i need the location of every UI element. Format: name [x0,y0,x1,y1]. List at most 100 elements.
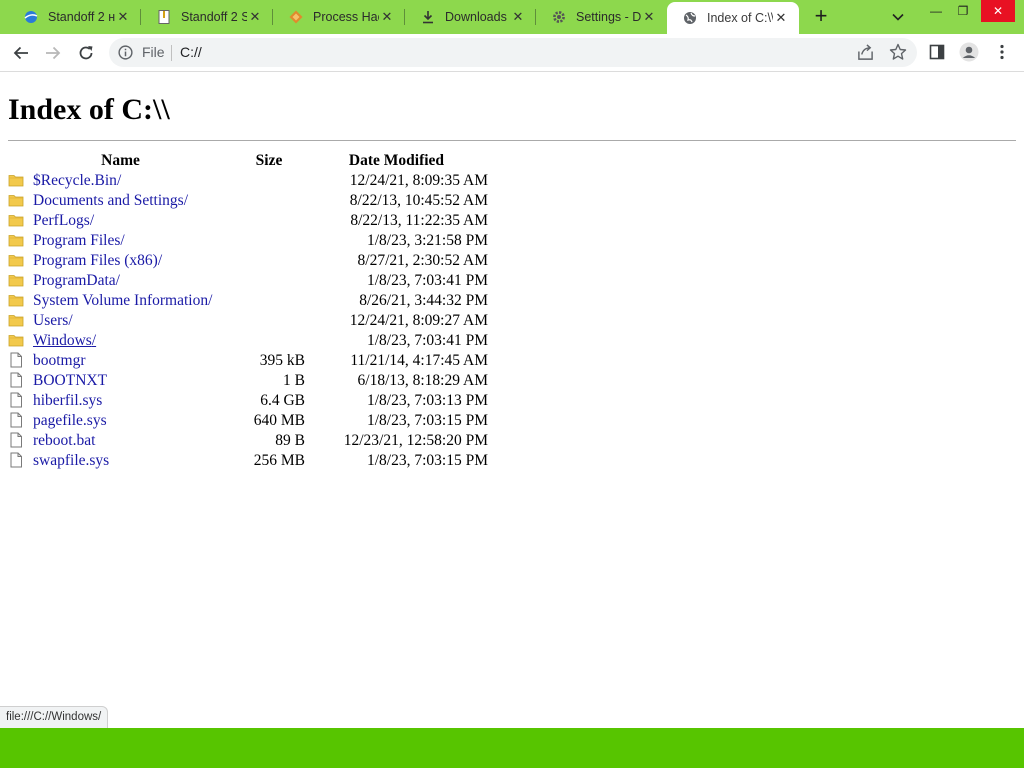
name-cell: ProgramData/ [8,271,233,291]
table-row: hiberfil.sys 6.4 GB 1/8/23, 7:03:13 PM [8,391,488,411]
name-cell: Users/ [8,311,233,331]
folder-link[interactable]: Program Files/ [33,232,125,249]
download-icon [421,10,435,24]
tab-close-icon[interactable]: ✕ [510,9,526,25]
entry-suffix: / [68,312,73,329]
folder-icon [8,252,24,268]
archive-file-icon [157,10,171,24]
name-cell: PerfLogs/ [8,211,233,231]
table-row: Program Files (x86)/ 8/27/21, 2:30:52 AM [8,251,488,271]
tab-settings[interactable]: Settings - Do ✕ [536,0,667,34]
name-cell: Documents and Settings/ [8,191,233,211]
tab-downloads[interactable]: Downloads ✕ [405,0,536,34]
table-row: Users/12/24/21, 8:09:27 AM [8,311,488,331]
column-header-name[interactable]: Name [8,151,233,171]
size-cell: 640 MB [253,412,305,429]
file-link[interactable]: swapfile.sys [33,452,109,469]
entry-suffix: / [208,292,213,309]
entry-name: $Recycle.Bin [33,172,117,189]
size-cell [233,231,305,251]
new-tab-button[interactable]: + [808,5,834,29]
file-table-body: $Recycle.Bin/12/24/21, 8:09:35 AM Documen… [8,171,488,471]
folder-link[interactable]: Users/ [33,312,73,329]
entry-name: Program Files [33,232,121,249]
name-cell: BOOTNXT [8,371,233,391]
table-row: bootmgr 395 kB 11/21/14, 4:17:45 AM [8,351,488,371]
folder-link[interactable]: $Recycle.Bin/ [33,172,121,189]
tab-label: Process Hac [313,10,379,24]
name-cell: pagefile.sys [8,411,233,431]
entry-suffix: / [115,272,120,289]
size-cell: 256 MB [253,452,305,469]
file-link[interactable]: hiberfil.sys [33,392,102,409]
column-header-size[interactable]: Size [233,151,305,171]
tab-process-hacker[interactable]: Process Hac ✕ [273,0,405,34]
tab-standoff-2-ru[interactable]: Standoff 2 н ✕ [8,0,141,34]
scheme-label[interactable]: File [142,44,165,60]
avatar-icon [959,42,979,62]
size-cell: 395 kB [259,352,305,369]
file-icon [8,432,24,448]
tab-close-icon[interactable]: ✕ [115,9,131,25]
tab-search-chevron-icon[interactable] [888,8,908,26]
folder-link[interactable]: PerfLogs/ [33,212,94,229]
file-icon [8,352,24,368]
entry-name: pagefile.sys [33,412,107,429]
tab-close-icon[interactable]: ✕ [641,9,657,25]
table-row: PerfLogs/8/22/13, 11:22:35 AM [8,211,488,231]
tab-close-icon[interactable]: ✕ [773,10,789,26]
folder-link[interactable]: ProgramData/ [33,272,120,289]
reload-button[interactable] [74,41,98,65]
file-link[interactable]: reboot.bat [33,432,95,449]
size-cell [233,311,305,331]
folder-icon [8,332,24,348]
folder-icon [8,312,24,328]
tab-index-of-c[interactable]: Index of C:\\ ✕ [667,2,799,34]
side-panel-button[interactable] [927,42,947,62]
table-header-row: Name Size Date Modified [8,151,488,171]
bookmark-star-icon[interactable] [889,43,907,61]
address-bar[interactable]: File C:// [109,38,917,67]
tab-label: Standoff 2 St [181,10,247,24]
url-text[interactable]: C:// [180,44,202,60]
forward-arrow-icon [46,46,61,60]
tab-label: Standoff 2 н [48,10,115,24]
back-button[interactable] [9,41,33,65]
file-link[interactable]: bootmgr [33,352,86,369]
restore-button[interactable]: ❐ [948,0,978,22]
folder-link[interactable]: Documents and Settings/ [33,192,188,209]
info-icon [118,45,133,60]
reload-icon [79,46,93,60]
file-icon [8,452,24,468]
omnibox-divider [171,45,172,61]
date-modified-cell: 1/8/23, 7:03:41 PM [366,272,488,289]
profile-button[interactable] [959,42,979,62]
entry-name: Program Files (x86) [33,252,158,269]
table-row: pagefile.sys 640 MB 1/8/23, 7:03:15 PM [8,411,488,431]
taskbar [0,728,1024,768]
file-link[interactable]: BOOTNXT [33,372,107,389]
tab-close-icon[interactable]: ✕ [379,9,395,25]
minimize-button[interactable]: — [921,0,951,22]
directory-listing-page: Index of C:\\ Name Size Date Modified $R… [8,71,1016,471]
entry-name: bootmgr [33,352,86,369]
size-cell [233,271,305,291]
column-header-date[interactable]: Date Modified [305,151,488,171]
tab-standoff-2-st[interactable]: Standoff 2 St ✕ [141,0,273,34]
date-modified-cell: 1/8/23, 7:03:13 PM [366,392,488,409]
file-link[interactable]: pagefile.sys [33,412,107,429]
share-icon[interactable] [857,44,874,61]
forward-button[interactable] [41,41,65,65]
folder-icon [8,292,24,308]
close-window-button[interactable]: ✕ [981,0,1015,22]
table-row: reboot.bat 89 B 12/23/21, 12:58:20 PM [8,431,488,451]
menu-button[interactable] [992,42,1012,62]
folder-link[interactable]: Program Files (x86)/ [33,252,162,269]
tab-close-icon[interactable]: ✕ [247,9,263,25]
size-cell: 1 B [283,372,305,389]
name-cell: $Recycle.Bin/ [8,171,233,191]
folder-link[interactable]: System Volume Information/ [33,292,212,309]
date-modified-cell: 8/22/13, 11:22:35 AM [350,212,488,229]
folder-link[interactable]: Windows/ [33,332,96,349]
date-modified-cell: 12/24/21, 8:09:27 AM [349,312,488,329]
